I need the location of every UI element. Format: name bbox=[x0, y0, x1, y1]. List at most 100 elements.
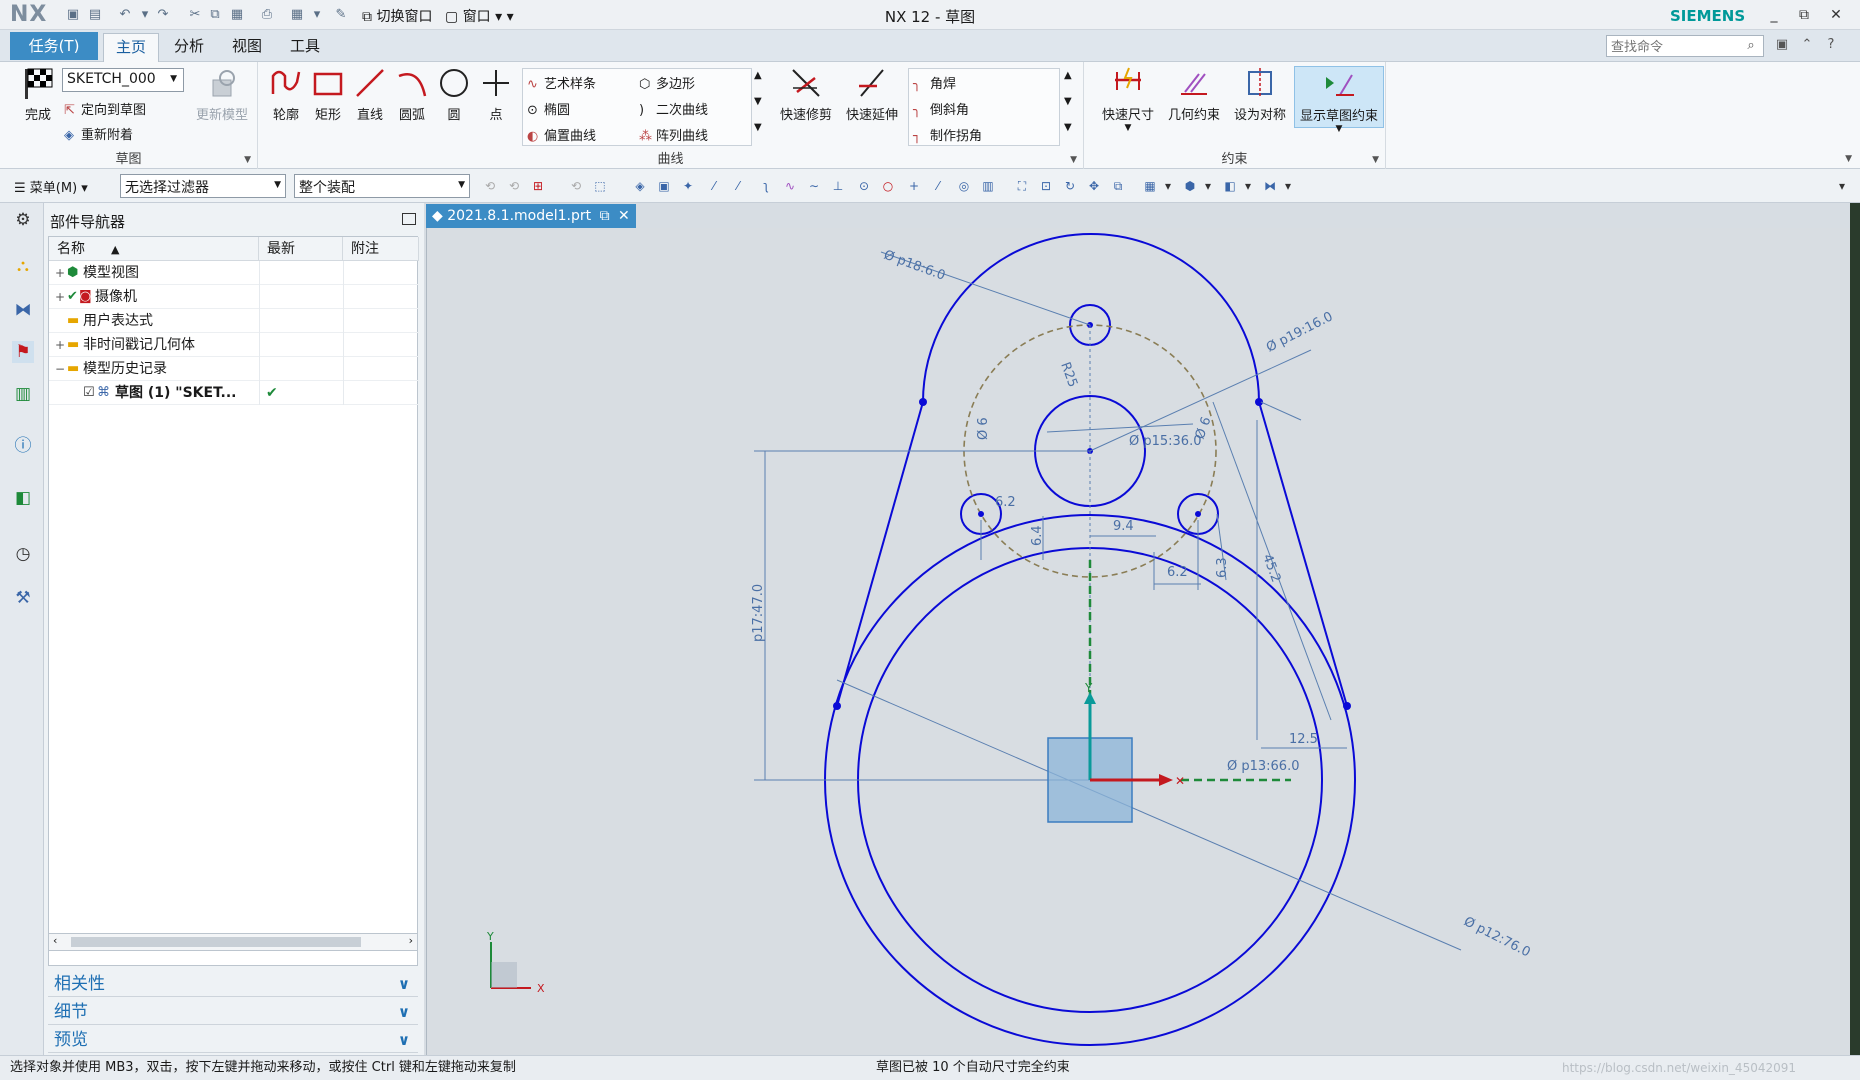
gallery-scroll-down-icon[interactable]: ▼ bbox=[754, 96, 762, 107]
dim-r25[interactable]: R25 bbox=[1057, 360, 1080, 389]
restore-button[interactable]: ⧉ bbox=[1790, 4, 1818, 26]
select-feature-icon[interactable]: ⟲ bbox=[568, 178, 584, 194]
point-snap-icon[interactable]: ✦ bbox=[680, 178, 696, 194]
rapid-dimension-dropdown-icon[interactable]: ▼ bbox=[1096, 123, 1160, 133]
expand-icon[interactable]: + bbox=[55, 261, 65, 285]
close-tab-icon[interactable]: ✕ bbox=[618, 208, 630, 224]
solid-select-icon[interactable]: ▣ bbox=[656, 178, 672, 194]
arc-button[interactable]: 圆弧 bbox=[392, 66, 432, 123]
tree-row-cameras[interactable]: + ✔ ◙ 摄像机 bbox=[49, 285, 419, 309]
chamfer-button[interactable]: ╮ 倒斜角 bbox=[913, 99, 969, 118]
constraint-group-more-icon[interactable]: ▼ bbox=[1372, 155, 1379, 165]
sketch-canvas[interactable]: ✕ Y Ø p18:6.0 Ø p19:16.0 Ø p15:36.0 Ø p1… bbox=[427, 228, 1851, 1055]
center-point-icon[interactable]: ⊙ bbox=[856, 178, 872, 194]
dim-6-3[interactable]: 6.3 bbox=[1215, 557, 1230, 578]
spline-snap-icon[interactable]: ∼ bbox=[806, 178, 822, 194]
curve-select-icon[interactable]: ⁄ bbox=[706, 178, 722, 194]
graphics-window[interactable]: ✕ Y Ø p18:6.0 Ø p19:16.0 Ø p15:36.0 Ø p1… bbox=[426, 228, 1850, 1055]
tangent-point[interactable] bbox=[1343, 702, 1351, 710]
intersection-icon[interactable]: ʅ bbox=[758, 178, 774, 194]
command-search-input[interactable] bbox=[1606, 35, 1764, 57]
point-button[interactable]: 点 bbox=[476, 66, 516, 123]
selection-filter-select[interactable]: 无选择过滤器 ▼ bbox=[120, 174, 286, 198]
dim-p13[interactable]: Ø p13:66.0 bbox=[1227, 759, 1299, 774]
ribbon-more-icon[interactable]: ▼ bbox=[1845, 154, 1852, 164]
gallery-scroll-up-icon[interactable]: ▲ bbox=[754, 70, 762, 81]
rendering-dropdown-icon[interactable]: ▾ bbox=[1160, 178, 1176, 194]
geometric-constraints-button[interactable]: 几何约束 bbox=[1162, 66, 1226, 123]
dim-9-4[interactable]: 9.4 bbox=[1113, 519, 1134, 534]
reattach-button[interactable]: ◈ 重新附着 bbox=[64, 124, 133, 143]
rectangle-select-icon[interactable]: ⬚ bbox=[592, 178, 608, 194]
filter-reset-icon[interactable]: ⟲ bbox=[482, 178, 498, 194]
collapse-ribbon-icon[interactable]: ⌃ bbox=[1798, 37, 1816, 55]
panel-preview[interactable]: 预览 ∨ bbox=[48, 1027, 418, 1053]
assembly-navigator-icon[interactable]: ⛬ bbox=[12, 255, 34, 277]
dim-d6-right[interactable]: Ø 6 bbox=[1193, 415, 1215, 441]
rapid-dimension-button[interactable]: 快速尺寸 ▼ bbox=[1096, 66, 1160, 133]
column-name-header[interactable]: 名称 ▲ bbox=[49, 237, 259, 261]
rotate-icon[interactable]: ↻ bbox=[1062, 178, 1078, 194]
collapse-icon[interactable]: − bbox=[55, 357, 65, 381]
make-corner-button[interactable]: ┐ 制作拐角 bbox=[913, 125, 982, 144]
document-tab[interactable]: ◆ 2021.8.1.model1.prt ⧉ ✕ bbox=[426, 204, 636, 228]
ellipse-button[interactable]: ⊙ 椭圆 bbox=[527, 99, 570, 118]
navigator-horizontal-scrollbar[interactable]: ‹ › bbox=[48, 933, 418, 951]
history-icon[interactable]: ◧ bbox=[12, 487, 34, 509]
orient-to-sketch-button[interactable]: ⇱ 定向到草图 bbox=[64, 99, 146, 118]
point-on-surface-icon[interactable]: ◎ bbox=[956, 178, 972, 194]
expand-icon[interactable]: + bbox=[55, 285, 65, 309]
clock-icon[interactable]: ◷ bbox=[12, 543, 34, 565]
fit-icon[interactable]: ⛶ bbox=[1014, 178, 1030, 194]
view-triad-icon[interactable]: ⬢ bbox=[1182, 178, 1198, 194]
top-arc[interactable] bbox=[922, 233, 1260, 403]
quick-extend-button[interactable]: 快速延伸 bbox=[840, 66, 904, 123]
tangent-point[interactable] bbox=[833, 702, 841, 710]
panel-dependencies[interactable]: 相关性 ∨ bbox=[48, 971, 418, 997]
polygon-button[interactable]: ⬡ 多边形 bbox=[639, 73, 695, 92]
dim-6-4[interactable]: 6.4 bbox=[1030, 525, 1045, 546]
part-navigator-icon[interactable]: ⚑ bbox=[12, 341, 34, 363]
column-latest-header[interactable]: 最新 bbox=[259, 237, 343, 261]
corner-scroll-up-icon[interactable]: ▲ bbox=[1064, 70, 1072, 81]
settings-gear-icon[interactable]: ⚙ bbox=[12, 209, 34, 231]
checkbox-checked-icon[interactable]: ☑ bbox=[83, 381, 95, 405]
sketch-name-select[interactable]: SKETCH_000 ▼ bbox=[62, 68, 184, 92]
circle-button[interactable]: 圆 bbox=[434, 66, 474, 123]
hole-center[interactable] bbox=[978, 511, 984, 517]
panel-details[interactable]: 细节 ∨ bbox=[48, 999, 418, 1025]
offset-curve-button[interactable]: ◐ 偏置曲线 bbox=[527, 125, 596, 144]
menu-button[interactable]: ☰ 菜单(M) ▾ bbox=[14, 177, 88, 196]
rendering-style-icon[interactable]: ▦ bbox=[1142, 178, 1158, 194]
tangent-icon[interactable]: ⁄ bbox=[730, 178, 746, 194]
make-symmetric-button[interactable]: 设为对称 bbox=[1228, 66, 1292, 123]
minimize-button[interactable]: _ bbox=[1760, 4, 1788, 26]
dim-p18[interactable]: Ø p18:6.0 bbox=[882, 248, 947, 284]
studio-spline-button[interactable]: ∿ 艺术样条 bbox=[527, 73, 596, 92]
show-constraints-dropdown-icon[interactable]: ▼ bbox=[1295, 124, 1383, 134]
quick-trim-button[interactable]: 快速修剪 bbox=[774, 66, 838, 123]
web-browser-icon[interactable]: ⓘ bbox=[12, 435, 34, 457]
left-tangent-line[interactable] bbox=[836, 401, 924, 707]
roles-icon[interactable]: ⚒ bbox=[12, 587, 34, 609]
constraint-navigator-icon[interactable]: ⧓ bbox=[12, 299, 34, 321]
expand-icon[interactable]: + bbox=[55, 333, 65, 357]
finish-button[interactable]: 完成 bbox=[16, 66, 60, 123]
conic-button[interactable]: ) 二次曲线 bbox=[639, 99, 708, 118]
gallery-expand-icon[interactable]: ▼ bbox=[754, 122, 762, 133]
pan-icon[interactable]: ✥ bbox=[1086, 178, 1102, 194]
bounded-grid-icon[interactable]: ▥ bbox=[980, 178, 996, 194]
existing-point-icon[interactable]: + bbox=[906, 178, 922, 194]
hole-center[interactable] bbox=[1195, 511, 1201, 517]
sketch-group-more-icon[interactable]: ▼ bbox=[244, 155, 251, 165]
tab-analysis[interactable]: 分析 bbox=[162, 33, 216, 62]
maximize-navigator-icon[interactable] bbox=[402, 213, 416, 225]
zoom-icon[interactable]: ⊡ bbox=[1038, 178, 1054, 194]
tree-row-model-history[interactable]: − ▬ 模型历史记录 bbox=[49, 357, 419, 381]
selection-scope-select[interactable]: 整个装配 ▼ bbox=[294, 174, 470, 198]
dim-6-2-bottom[interactable]: 6.2 bbox=[1167, 565, 1188, 580]
rectangle-button[interactable]: 矩形 bbox=[308, 66, 348, 123]
section-view-icon[interactable]: ◧ bbox=[1222, 178, 1238, 194]
tab-home[interactable]: 主页 bbox=[103, 33, 160, 62]
dim-d6-left[interactable]: Ø 6 bbox=[976, 417, 991, 440]
